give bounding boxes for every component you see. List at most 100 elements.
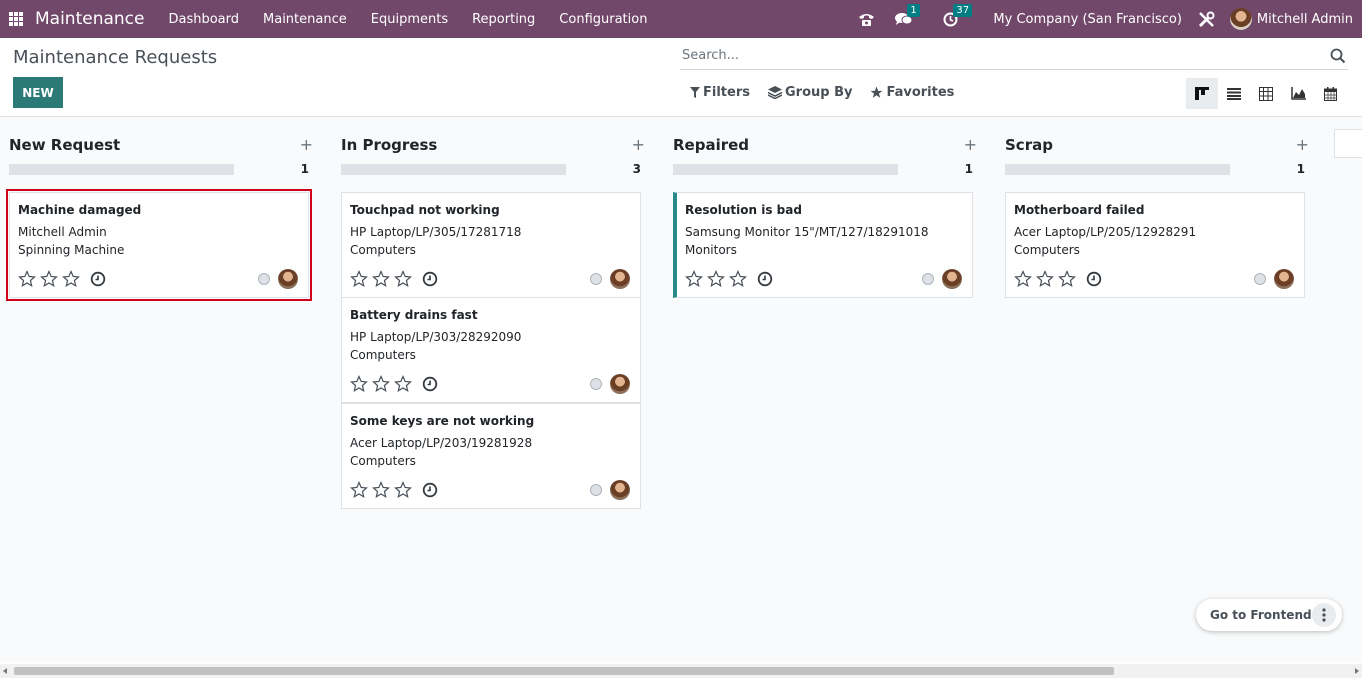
kanban-card[interactable]: Some keys are not working Acer Laptop/LP… — [341, 403, 641, 509]
priority-star-icon[interactable] — [62, 270, 80, 288]
card-line: Computers — [1014, 243, 1080, 257]
column-add-icon[interactable]: + — [964, 137, 977, 153]
menu-equipments[interactable]: Equipments — [371, 12, 448, 27]
menu-dashboard[interactable]: Dashboard — [168, 12, 239, 27]
card-line: Computers — [350, 243, 416, 257]
priority-star-icon[interactable] — [350, 270, 368, 288]
menu-configuration[interactable]: Configuration — [559, 12, 647, 27]
priority-star-icon[interactable] — [372, 481, 390, 499]
favorites-button[interactable]: Favorites — [870, 85, 954, 100]
user-avatar[interactable] — [1229, 8, 1252, 30]
priority-star-icon[interactable] — [1058, 270, 1076, 288]
scroll-right-icon[interactable] — [1355, 668, 1359, 674]
column-title[interactable]: Scrap — [1005, 136, 1053, 154]
card-line: HP Laptop/LP/303/28292090 — [350, 330, 522, 344]
priority-star-icon[interactable] — [40, 270, 58, 288]
add-column-stub[interactable] — [1334, 129, 1362, 158]
messages-icon[interactable]: 1 — [895, 4, 920, 28]
search-input[interactable] — [680, 48, 1330, 63]
card-title: Touchpad not working — [350, 203, 500, 217]
activity-clock-icon[interactable] — [90, 271, 106, 287]
scrollbar-thumb[interactable] — [14, 667, 1114, 675]
card-line: Samsung Monitor 15"/MT/127/18291018 — [685, 225, 929, 239]
column-add-icon[interactable]: + — [632, 137, 645, 153]
graph-view-button[interactable] — [1282, 78, 1314, 109]
company-switcher[interactable]: My Company (San Francisco) — [993, 12, 1181, 27]
column-count: 1 — [300, 162, 309, 176]
card-title: Motherboard failed — [1014, 203, 1145, 217]
search-icon[interactable] — [1330, 48, 1346, 64]
kanban-icon — [1195, 87, 1209, 100]
column-add-icon[interactable]: + — [300, 137, 313, 153]
activity-clock-icon[interactable] — [1086, 271, 1102, 287]
priority-star-icon[interactable] — [685, 270, 703, 288]
kanban-state-dot[interactable] — [590, 378, 602, 390]
priority-star-icon[interactable] — [394, 481, 412, 499]
kanban-card[interactable]: Touchpad not working HP Laptop/LP/305/17… — [341, 192, 641, 298]
menu-reporting[interactable]: Reporting — [472, 12, 535, 27]
phone-icon[interactable] — [857, 10, 875, 28]
tools-icon[interactable] — [1198, 10, 1216, 28]
priority-star-icon[interactable] — [350, 481, 368, 499]
priority-star-icon[interactable] — [729, 270, 747, 288]
priority-star-icon[interactable] — [1014, 270, 1032, 288]
user-menu[interactable]: Mitchell Admin — [1257, 12, 1353, 27]
priority-star-icon[interactable] — [18, 270, 36, 288]
list-view-button[interactable] — [1218, 78, 1250, 109]
column-add-icon[interactable]: + — [1296, 137, 1309, 153]
list-icon — [1227, 87, 1241, 100]
kanban-card[interactable]: Resolution is bad Samsung Monitor 15"/MT… — [673, 192, 973, 298]
priority-star-icon[interactable] — [707, 270, 725, 288]
kanban-state-dot[interactable] — [590, 273, 602, 285]
groupby-button[interactable]: Group By — [767, 85, 853, 100]
priority-star-icon[interactable] — [372, 270, 390, 288]
card-line: Computers — [350, 348, 416, 362]
app-brand[interactable]: Maintenance — [35, 9, 144, 29]
priority-star-icon[interactable] — [350, 375, 368, 393]
kanban-card[interactable]: Machine damaged Mitchell Admin Spinning … — [6, 189, 312, 301]
assignee-avatar — [610, 269, 630, 289]
kanban-state-dot[interactable] — [1254, 273, 1266, 285]
kanban-state-dot[interactable] — [258, 273, 270, 285]
card-line: Acer Laptop/LP/203/19281928 — [350, 436, 533, 450]
kanban-card[interactable]: Battery drains fast HP Laptop/LP/303/282… — [341, 297, 641, 403]
filters-button[interactable]: Filters — [690, 85, 750, 100]
layers-icon — [767, 86, 782, 99]
new-button[interactable]: NEW — [13, 77, 63, 108]
filter-icon — [690, 87, 700, 98]
priority-star-icon[interactable] — [1036, 270, 1054, 288]
column-progress-bar[interactable] — [9, 164, 234, 175]
kanban-state-dot[interactable] — [590, 484, 602, 496]
menu-maintenance[interactable]: Maintenance — [263, 12, 347, 27]
activities-icon[interactable]: 37 — [941, 4, 973, 28]
horizontal-scrollbar[interactable] — [0, 664, 1362, 678]
activity-clock-icon[interactable] — [422, 271, 438, 287]
scroll-left-icon[interactable] — [3, 668, 7, 674]
priority-star-icon[interactable] — [394, 270, 412, 288]
priority-star-icon[interactable] — [394, 375, 412, 393]
apps-menu-icon[interactable] — [9, 12, 23, 26]
pivot-icon — [1259, 86, 1273, 101]
go-to-frontend-button[interactable]: Go to Frontend — [1210, 608, 1312, 622]
kanban-card[interactable]: Motherboard failed Acer Laptop/LP/205/12… — [1005, 192, 1305, 298]
column-progress-bar[interactable] — [673, 164, 898, 175]
activity-clock-icon[interactable] — [757, 271, 773, 287]
calendar-icon — [1323, 86, 1337, 101]
column-title[interactable]: New Request — [9, 136, 120, 154]
kanban-state-dot[interactable] — [922, 273, 934, 285]
activity-clock-icon[interactable] — [422, 376, 438, 392]
column-title[interactable]: In Progress — [341, 136, 437, 154]
pivot-view-button[interactable] — [1250, 78, 1282, 109]
calendar-view-button[interactable] — [1314, 78, 1346, 109]
column-title[interactable]: Repaired — [673, 136, 749, 154]
column-count: 1 — [964, 162, 973, 176]
groupby-label: Group By — [784, 85, 853, 100]
card-title: Some keys are not working — [350, 414, 535, 428]
column-progress-bar[interactable] — [341, 164, 566, 175]
activity-clock-icon[interactable] — [422, 482, 438, 498]
priority-star-icon[interactable] — [372, 375, 390, 393]
more-options-icon[interactable] — [1312, 603, 1336, 627]
column-progress-bar[interactable] — [1005, 164, 1230, 175]
view-switcher — [1186, 78, 1346, 109]
kanban-view-button[interactable] — [1186, 78, 1218, 109]
